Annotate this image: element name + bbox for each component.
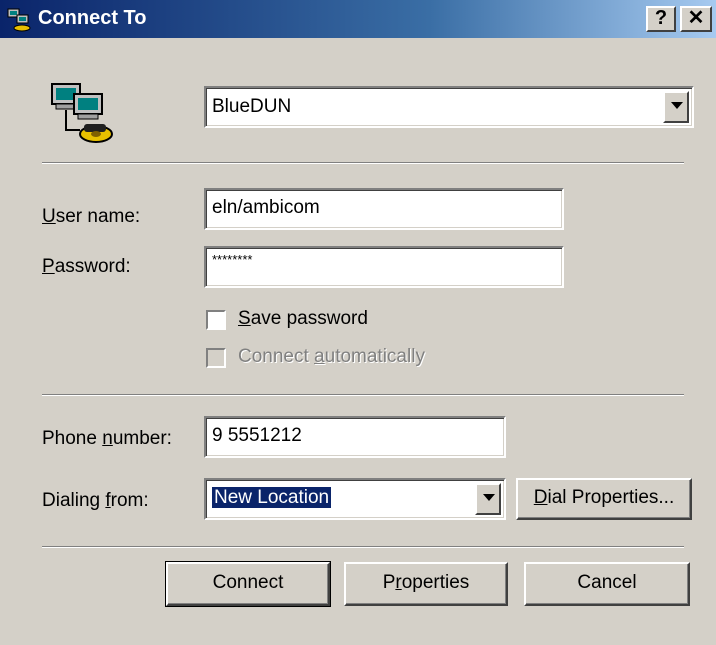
save-password-label: Save password [238,308,368,329]
dialing-from-select[interactable]: New Location [204,478,506,520]
separator [42,394,684,396]
connect-automatically-label: Connect automatically [238,346,425,367]
close-button[interactable]: ✕ [680,6,712,32]
dialing-from-value: New Location [210,486,333,509]
window-title: Connect To [38,7,147,29]
password-input[interactable]: ******** [204,246,564,288]
separator [42,546,684,548]
separator [42,162,684,164]
user-name-input[interactable]: eln/ambicom [204,188,564,230]
connect-button[interactable]: Connect [165,561,331,607]
dial-properties-button[interactable]: Dial Properties... [516,478,692,520]
dialing-from-label: Dialing from: [42,490,149,511]
connect-automatically-checkbox: Connect automatically [206,346,466,372]
connection-select[interactable]: BlueDUN [204,86,694,128]
help-button[interactable]: ? [646,6,676,32]
password-label: Password: [42,256,131,277]
cancel-button[interactable]: Cancel [524,562,690,606]
save-password-checkbox[interactable]: Save password [206,308,406,334]
dialup-computer-phone-icon [51,83,113,143]
properties-button[interactable]: Properties [344,562,508,606]
connect-automatically-box [206,348,226,368]
phone-number-input[interactable]: 9 5551212 [204,416,506,458]
phone-number-label: Phone number: [42,428,172,449]
user-name-label: User name: [42,206,141,227]
title-bar[interactable]: Connect To ? ✕ [0,0,716,38]
connection-select-value: BlueDUN [212,96,292,117]
connection-icon [7,8,31,32]
chevron-down-icon[interactable] [663,91,689,123]
chevron-down-icon[interactable] [475,483,501,515]
save-password-box[interactable] [206,310,226,330]
